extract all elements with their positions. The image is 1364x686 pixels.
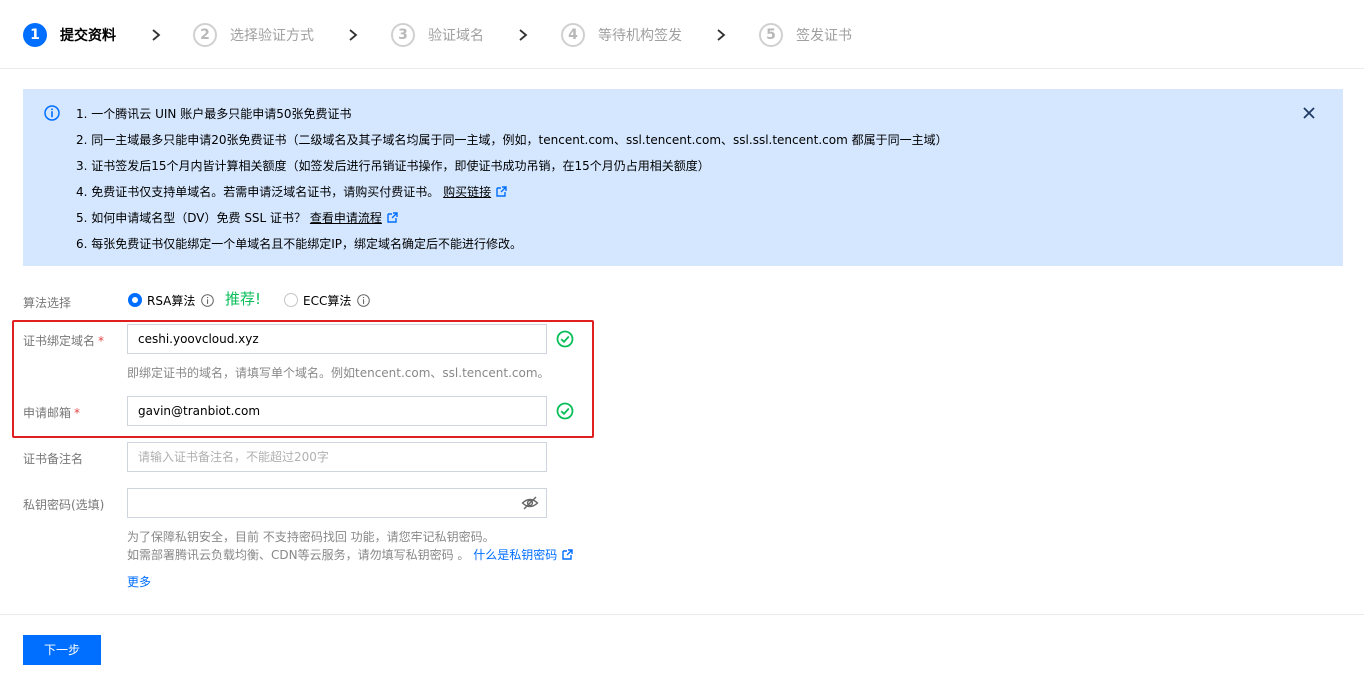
external-link-icon[interactable] — [387, 212, 398, 223]
step-3: 3 验证域名 — [391, 22, 484, 48]
step-5-label: 签发证书 — [796, 28, 852, 44]
step-3-number: 3 — [391, 23, 415, 47]
email-input[interactable]: gavin@tranbiot.com — [127, 396, 547, 426]
key-hint-2-text: 如需部署腾讯云负载均衡、CDN等云服务，请勿填写私钥密码 。 — [127, 548, 470, 562]
required-mark: * — [74, 406, 81, 420]
step-2-number: 2 — [193, 23, 217, 47]
notice-line-1: 1. 一个腾讯云 UIN 账户最多只能申请50张免费证书 — [76, 107, 352, 121]
key-hint-2: 如需部署腾讯云负载均衡、CDN等云服务，请勿填写私钥密码 。 什么是私钥密码 — [127, 546, 573, 563]
external-link-icon[interactable] — [496, 186, 507, 197]
step-1-label: 提交资料 — [60, 28, 116, 44]
domain-label: 证书绑定域名 * — [23, 332, 104, 349]
remark-input[interactable]: 请输入证书备注名，不能超过200字 — [127, 442, 547, 472]
step-5: 5 签发证书 — [759, 22, 852, 48]
chevron-right-icon — [152, 29, 161, 41]
rsa-label[interactable]: RSA算法 — [147, 292, 195, 309]
notice-line-6: 6. 每张免费证书仅能绑定一个单域名且不能绑定IP，绑定域名确定后不能进行修改。 — [76, 237, 523, 251]
check-circle-icon — [556, 402, 574, 420]
notice-line-5: 5. 如何申请域名型（DV）免费 SSL 证书？ 查看申请流程 — [76, 209, 398, 226]
remark-label: 证书备注名 — [23, 452, 84, 466]
notice-line-2: 2. 同一主域最多只能申请20张免费证书（二级域名及其子域名均属于同一主域，例如… — [76, 133, 948, 147]
key-label: 私钥密码(选填) — [23, 498, 105, 512]
email-label-text: 申请邮箱 — [23, 406, 72, 420]
help-icon[interactable] — [201, 294, 214, 307]
external-link-icon[interactable] — [562, 549, 573, 560]
ecc-radio[interactable] — [284, 293, 298, 307]
step-4-number: 4 — [561, 23, 585, 47]
domain-label-text: 证书绑定域名 — [23, 334, 96, 348]
step-1: 1 提交资料 — [23, 22, 116, 48]
step-4-label: 等待机构签发 — [598, 28, 682, 44]
more-link[interactable]: 更多 — [127, 573, 151, 590]
domain-hint: 即绑定证书的域名，请填写单个域名。例如tencent.com、ssl.tence… — [127, 366, 550, 380]
step-2-label: 选择验证方式 — [230, 28, 314, 44]
email-label: 申请邮箱 * — [23, 404, 80, 421]
chevron-right-icon — [519, 29, 528, 41]
required-mark: * — [98, 334, 105, 348]
step-3-label: 验证域名 — [428, 28, 484, 44]
divider — [0, 614, 1364, 615]
notice-line-4-text: 4. 免费证书仅支持单域名。若需申请泛域名证书，请购买付费证书。 — [76, 185, 440, 199]
what-is-key-password-link[interactable]: 什么是私钥密码 — [473, 548, 557, 562]
notice-line-4: 4. 免费证书仅支持单域名。若需申请泛域名证书，请购买付费证书。 购买链接 — [76, 183, 507, 200]
notice-line-5-text: 5. 如何申请域名型（DV）免费 SSL 证书？ — [76, 211, 307, 225]
recommend-tag: 推荐! — [225, 290, 262, 308]
help-icon[interactable] — [357, 294, 370, 307]
next-step-button[interactable]: 下一步 — [23, 635, 101, 665]
notice-panel: 1. 一个腾讯云 UIN 账户最多只能申请50张免费证书 2. 同一主域最多只能… — [23, 89, 1343, 266]
ecc-label[interactable]: ECC算法 — [303, 292, 351, 309]
check-circle-icon — [556, 330, 574, 348]
info-icon — [44, 105, 60, 121]
step-2: 2 选择验证方式 — [193, 22, 314, 48]
domain-input[interactable]: ceshi.yoovcloud.xyz — [127, 324, 547, 354]
close-icon[interactable] — [1301, 105, 1317, 121]
apply-process-link[interactable]: 查看申请流程 — [310, 211, 382, 225]
chevron-right-icon — [349, 29, 358, 41]
rsa-radio[interactable] — [128, 293, 142, 307]
algo-label: 算法选择 — [23, 296, 72, 310]
eye-off-icon[interactable] — [521, 495, 539, 511]
step-1-number: 1 — [23, 23, 47, 47]
chevron-right-icon — [717, 29, 726, 41]
step-bar: 1 提交资料 2 选择验证方式 3 验证域名 4 等待机构签发 5 签发证书 — [0, 0, 1364, 69]
buy-link[interactable]: 购买链接 — [443, 185, 491, 199]
step-4: 4 等待机构签发 — [561, 22, 682, 48]
key-password-input[interactable] — [127, 488, 547, 518]
notice-line-3: 3. 证书签发后15个月内皆计算相关额度（如签发后进行吊销证书操作，即使证书成功… — [76, 159, 710, 173]
key-hint-1: 为了保障私钥安全，目前 不支持密码找回 功能，请您牢记私钥密码。 — [127, 530, 495, 544]
step-5-number: 5 — [759, 23, 783, 47]
